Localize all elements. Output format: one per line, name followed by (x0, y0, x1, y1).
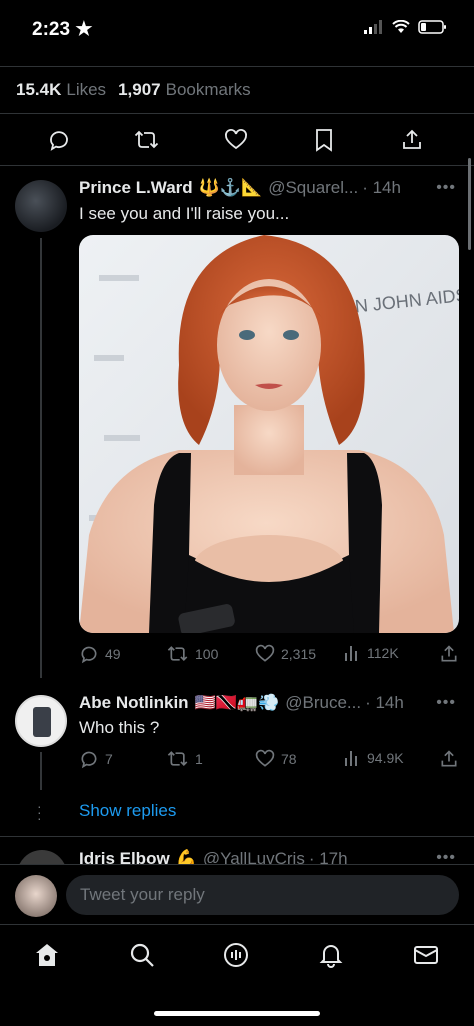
comment-icon (81, 751, 97, 769)
retweet-count: 1 (195, 751, 203, 767)
avatar-figure (33, 707, 51, 737)
reply-tweet[interactable]: Idris Elbow 💪 @YallLuvCris · 17h ••• (0, 836, 474, 864)
avatar[interactable] (17, 850, 67, 864)
bottom-tab-bar (0, 924, 474, 1026)
tab-messages[interactable] (412, 941, 440, 969)
reply-count: 7 (105, 751, 113, 767)
tweet-actions: 7 1 78 94.9K (79, 749, 459, 773)
views-icon (345, 751, 357, 766)
spaces-icon (224, 943, 248, 967)
tweet-time: · 17h (308, 849, 348, 864)
reply-input[interactable]: Tweet your reply (66, 875, 459, 915)
like-action[interactable]: 78 (255, 749, 297, 769)
more-icon[interactable]: ••• (436, 849, 456, 864)
author-handle[interactable]: @Bruce... (285, 693, 361, 713)
reply-action[interactable]: 7 (79, 749, 113, 769)
author-name[interactable]: Abe Notlinkin (79, 693, 189, 713)
name-emoji: 💪 (175, 849, 197, 864)
search-icon (130, 943, 154, 967)
tab-notifications[interactable] (317, 941, 345, 969)
author-name[interactable]: Idris Elbow (79, 849, 170, 864)
my-avatar[interactable] (15, 875, 57, 917)
heart-icon (255, 749, 275, 767)
reply-composer: Tweet your reply (0, 864, 474, 924)
share-action[interactable] (439, 749, 459, 769)
like-count: 78 (281, 751, 297, 767)
bell-icon (319, 945, 343, 968)
retweet-action[interactable]: 1 (167, 749, 203, 769)
tweet-time: · 14h (365, 693, 404, 712)
retweet-icon (167, 751, 188, 767)
tweet-text: Who this ? (79, 718, 160, 737)
home-icon (36, 944, 58, 966)
thread-line (40, 752, 42, 790)
views-action[interactable]: 94.9K (343, 749, 404, 767)
home-indicator[interactable] (154, 1011, 320, 1016)
avatar[interactable] (15, 695, 67, 747)
view-count: 94.9K (367, 750, 404, 766)
reply-tweet[interactable]: Abe Notlinkin 🇺🇸🇹🇹🚛💨 @Bruce... · 14h •••… (0, 0, 474, 790)
tab-search[interactable] (128, 941, 156, 969)
share-icon (441, 750, 457, 767)
more-icon[interactable]: ••• (436, 694, 456, 712)
show-replies-link[interactable]: Show replies (79, 801, 176, 821)
tweet-header: Idris Elbow 💪 @YallLuvCris · 17h (79, 849, 348, 864)
name-emoji: 🇺🇸🇹🇹🚛💨 (194, 693, 280, 712)
tweet-header: Abe Notlinkin 🇺🇸🇹🇹🚛💨 @Bruce... · 14h (79, 693, 404, 713)
envelope-icon (414, 946, 438, 964)
thread-dots-icon: · · · (37, 798, 42, 826)
tab-spaces[interactable] (222, 941, 250, 969)
author-handle[interactable]: @YallLuvCris (203, 849, 305, 864)
tab-home[interactable] (33, 941, 61, 969)
